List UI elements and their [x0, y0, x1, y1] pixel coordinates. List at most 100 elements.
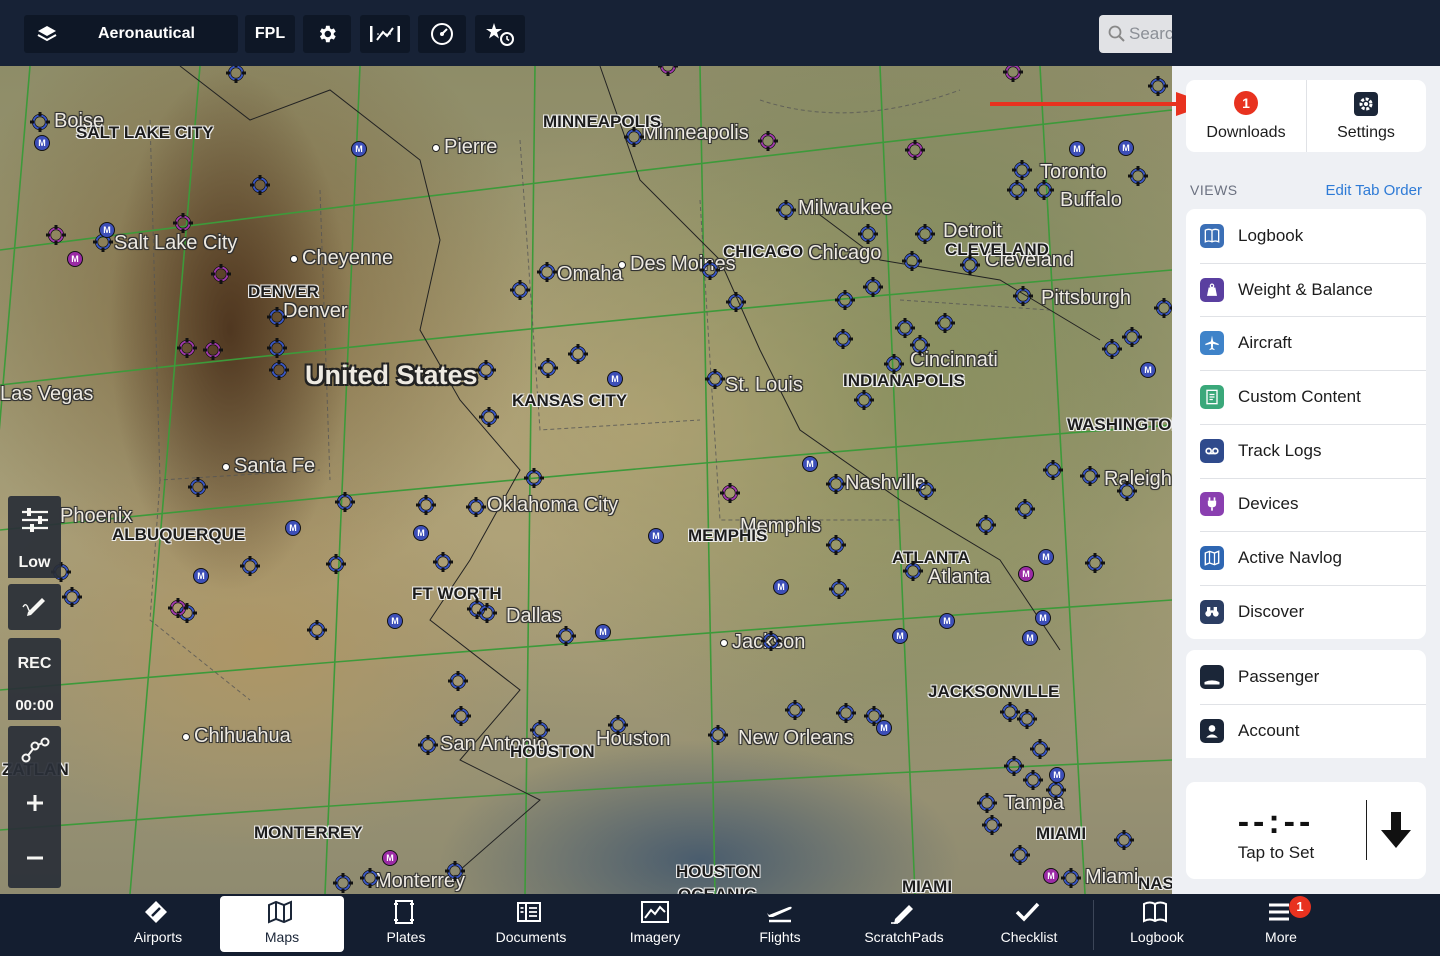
airport-icon[interactable]	[828, 578, 850, 600]
military-base-icon[interactable]: M	[34, 135, 50, 151]
private-airport-icon[interactable]	[167, 597, 189, 619]
military-base-icon[interactable]: M	[1118, 140, 1134, 156]
airport-icon[interactable]	[509, 279, 531, 301]
airport-icon[interactable]	[239, 555, 261, 577]
airport-icon[interactable]	[825, 534, 847, 556]
military-base-icon[interactable]: M	[1140, 362, 1156, 378]
military-base-icon[interactable]: M	[802, 456, 818, 472]
military-base-icon[interactable]: M	[607, 371, 623, 387]
airport-icon[interactable]	[853, 389, 875, 411]
military-base-icon[interactable]: M	[413, 525, 429, 541]
tab-more[interactable]: More 1	[1219, 896, 1343, 952]
view-item-devices[interactable]: Devices	[1186, 478, 1426, 532]
fpl-button[interactable]: FPL	[245, 15, 295, 53]
airport-icon[interactable]	[699, 259, 721, 281]
altitude-low-label[interactable]: Low	[8, 548, 61, 578]
airport-icon[interactable]	[1011, 159, 1033, 181]
account-item-passenger[interactable]: Passenger	[1186, 650, 1426, 704]
airport-icon[interactable]	[417, 734, 439, 756]
military-base-icon[interactable]: M	[773, 579, 789, 595]
airport-icon[interactable]	[359, 867, 381, 889]
airport-icon[interactable]	[707, 724, 729, 746]
private-airport-icon[interactable]	[202, 339, 224, 361]
airport-icon[interactable]	[832, 328, 854, 350]
airport-icon[interactable]	[835, 702, 857, 724]
military-base-icon[interactable]: M	[387, 613, 403, 629]
airport-icon[interactable]	[334, 491, 356, 513]
military-base-icon[interactable]: M	[351, 141, 367, 157]
tab-airports[interactable]: Airports	[96, 896, 220, 952]
airport-icon[interactable]	[537, 357, 559, 379]
airport-icon[interactable]	[476, 602, 498, 624]
military-base-icon[interactable]: M	[1022, 630, 1038, 646]
airport-icon[interactable]	[775, 199, 797, 221]
airport-icon[interactable]	[432, 551, 454, 573]
airport-icon[interactable]	[934, 312, 956, 334]
airport-icon[interactable]	[306, 619, 328, 641]
military-base-icon[interactable]: M	[193, 568, 209, 584]
downloads-button[interactable]: 1 Downloads	[1186, 80, 1306, 152]
tab-documents[interactable]: Documents	[469, 896, 593, 952]
airport-icon[interactable]	[825, 473, 847, 495]
tab-scratchpads[interactable]: ScratchPads	[842, 896, 966, 952]
airport-icon[interactable]	[915, 479, 937, 501]
airport-icon[interactable]	[567, 343, 589, 365]
tab-logbook[interactable]: Logbook	[1095, 896, 1219, 952]
view-item-track-logs[interactable]: Track Logs	[1186, 424, 1426, 478]
map-canvas[interactable]: Boise Pierre Minneapolis Salt Lake City Chey…	[0, 0, 1172, 894]
airport-icon[interactable]	[415, 494, 437, 516]
private-airport-icon[interactable]	[172, 212, 194, 234]
map-settings-button[interactable]	[303, 15, 351, 53]
airport-icon[interactable]	[1153, 297, 1172, 319]
military-base-icon[interactable]: M	[99, 222, 115, 238]
count-down-icon[interactable]	[1379, 810, 1413, 855]
zoom-out-button[interactable]	[8, 832, 61, 888]
airport-icon[interactable]	[444, 860, 466, 882]
airport-icon[interactable]	[909, 334, 931, 356]
airport-icon[interactable]	[1009, 844, 1031, 866]
airport-icon[interactable]	[249, 174, 271, 196]
airport-icon[interactable]	[725, 291, 747, 313]
military-base-icon[interactable]: M	[1035, 610, 1051, 626]
military-base-icon[interactable]: M	[939, 613, 955, 629]
settings-button[interactable]: Settings	[1306, 80, 1426, 152]
airport-icon[interactable]	[61, 586, 83, 608]
route-button[interactable]	[8, 726, 61, 778]
airport-icon[interactable]	[704, 368, 726, 390]
military-base-icon[interactable]: M	[1049, 767, 1065, 783]
airport-icon[interactable]	[475, 359, 497, 381]
edit-tab-order-link[interactable]: Edit Tab Order	[1326, 182, 1422, 199]
airport-icon[interactable]	[465, 496, 487, 518]
airport-icon[interactable]	[902, 560, 924, 582]
airport-icon[interactable]	[901, 250, 923, 272]
favorites-recents-button[interactable]	[475, 15, 525, 53]
tab-imagery[interactable]: Imagery	[593, 896, 717, 952]
airport-icon[interactable]	[1033, 179, 1055, 201]
airport-icon[interactable]	[1084, 552, 1106, 574]
military-base-icon[interactable]: M	[285, 520, 301, 536]
military-base-icon[interactable]: M	[876, 720, 892, 736]
account-item-account[interactable]: Account	[1186, 704, 1426, 758]
military-base-icon[interactable]: M	[1069, 141, 1085, 157]
private-airport-icon[interactable]	[210, 263, 232, 285]
view-item-aircraft[interactable]: Aircraft	[1186, 316, 1426, 370]
airport-icon[interactable]	[555, 625, 577, 647]
airport-icon[interactable]	[914, 223, 936, 245]
military-base-icon[interactable]: M	[1038, 549, 1054, 565]
airport-icon[interactable]	[266, 337, 288, 359]
instruments-button[interactable]	[418, 15, 466, 53]
airport-icon[interactable]	[1014, 498, 1036, 520]
private-airport-icon[interactable]	[45, 224, 67, 246]
airport-icon[interactable]	[760, 630, 782, 652]
airport-icon[interactable]	[268, 359, 290, 381]
tab-plates[interactable]: Plates	[344, 896, 468, 952]
airport-icon[interactable]	[1006, 179, 1028, 201]
military-base-icon[interactable]: M	[595, 624, 611, 640]
tab-maps[interactable]: Maps	[220, 896, 344, 952]
profile-view-button[interactable]	[360, 15, 410, 53]
airport-icon[interactable]	[784, 699, 806, 721]
private-airport-icon[interactable]	[757, 130, 779, 152]
airport-icon[interactable]	[478, 406, 500, 428]
military-base-icon[interactable]: M	[1018, 566, 1034, 582]
airport-icon[interactable]	[1121, 326, 1143, 348]
